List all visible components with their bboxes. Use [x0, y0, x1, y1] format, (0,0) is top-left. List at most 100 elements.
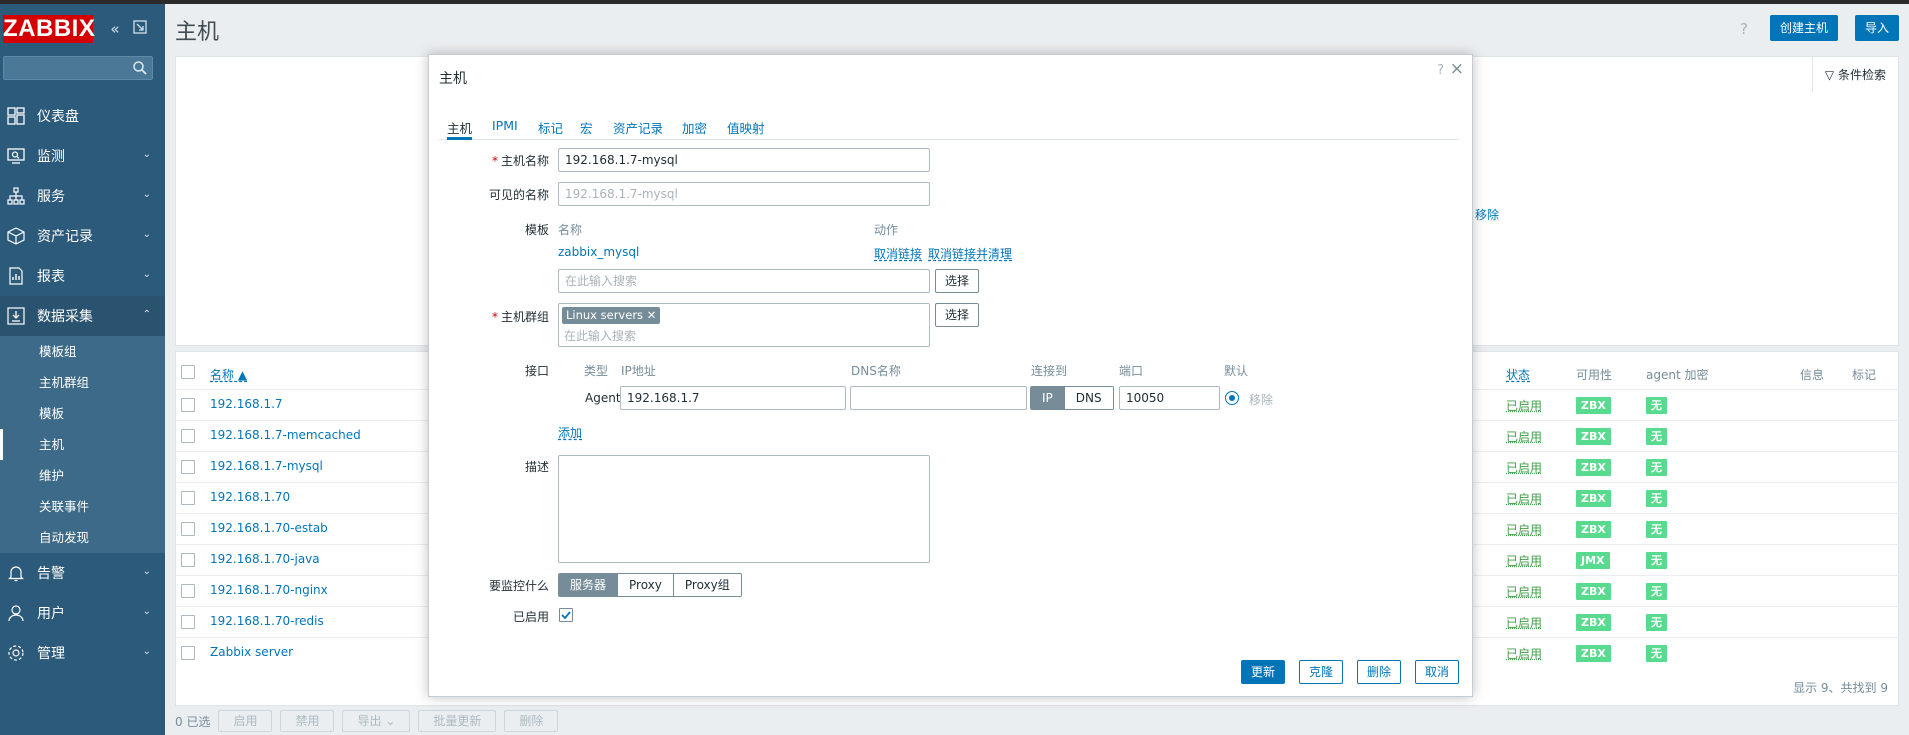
- nav-services[interactable]: 服务 ⌄: [0, 176, 165, 216]
- host-name-link[interactable]: 192.168.1.7-memcached: [210, 428, 361, 442]
- row-checkbox[interactable]: [181, 460, 195, 474]
- nav-administration[interactable]: 管理 ⌄: [0, 633, 165, 673]
- mass-update-button[interactable]: 批量更新: [418, 710, 497, 732]
- status-toggle[interactable]: 已启用: [1506, 490, 1542, 507]
- tab-value-mapping[interactable]: 值映射: [727, 118, 765, 137]
- data-collection-icon: [4, 304, 28, 328]
- tab-host[interactable]: 主机: [447, 118, 473, 140]
- import-button[interactable]: 导入: [1855, 15, 1900, 41]
- enabled-checkbox[interactable]: [559, 608, 573, 622]
- remove-interface-link[interactable]: 移除: [1249, 391, 1273, 408]
- close-icon[interactable]: ×: [1450, 59, 1464, 79]
- host-name-link[interactable]: 192.168.1.70-nginx: [210, 583, 328, 597]
- group-search-placeholder[interactable]: 在此输入搜索: [564, 327, 636, 344]
- host-name-link[interactable]: 192.168.1.7: [210, 397, 283, 411]
- tab-ipmi[interactable]: IPMI: [492, 118, 518, 133]
- enable-button[interactable]: 启用: [218, 710, 273, 732]
- tab-inventory[interactable]: 资产记录: [613, 118, 663, 137]
- nav-alerts[interactable]: 告警 ⌄: [0, 553, 165, 593]
- sub-item-correlation[interactable]: 关联事件: [0, 491, 165, 522]
- status-toggle[interactable]: 已启用: [1506, 521, 1542, 538]
- unlink-link[interactable]: 取消链接: [874, 245, 922, 262]
- interface-ip-input[interactable]: 192.168.1.7: [620, 386, 846, 410]
- row-checkbox[interactable]: [181, 398, 195, 412]
- select-templates-button[interactable]: 选择: [935, 269, 980, 293]
- update-button[interactable]: 更新: [1241, 660, 1286, 684]
- monitored-by-proxy-group-option[interactable]: Proxy组: [673, 574, 741, 596]
- host-name-link[interactable]: Zabbix server: [210, 645, 293, 659]
- status-toggle[interactable]: 已启用: [1506, 614, 1542, 631]
- row-checkbox[interactable]: [181, 584, 195, 598]
- nav-monitoring[interactable]: 监测 ⌄: [0, 136, 165, 176]
- nav-data-collection[interactable]: 数据采集 ⌃: [0, 296, 165, 336]
- host-name-link[interactable]: 192.168.1.7-mysql: [210, 459, 323, 473]
- help-icon[interactable]: ?: [1437, 63, 1444, 78]
- sub-item-maintenance[interactable]: 维护: [0, 460, 165, 491]
- column-header-name[interactable]: 名称 ▲: [210, 366, 247, 383]
- sub-item-discovery[interactable]: 自动发现: [0, 522, 165, 553]
- nav-reports[interactable]: 报表 ⌄: [0, 256, 165, 296]
- kiosk-mode-icon[interactable]: [131, 20, 149, 38]
- select-all-checkbox[interactable]: [181, 365, 195, 379]
- availability-badge: ZBX: [1576, 459, 1611, 476]
- search-icon[interactable]: [132, 60, 148, 76]
- add-interface-link[interactable]: 添加: [558, 424, 582, 441]
- sub-item-hosts[interactable]: 主机: [0, 429, 165, 460]
- host-name-link[interactable]: 192.168.1.70-redis: [210, 614, 324, 628]
- row-checkbox[interactable]: [181, 553, 195, 567]
- connect-dns-option[interactable]: DNS: [1064, 387, 1113, 409]
- interface-dns-input[interactable]: [850, 386, 1027, 410]
- collapse-sidebar-icon[interactable]: «: [106, 20, 124, 38]
- template-link[interactable]: zabbix_mysql: [558, 245, 639, 259]
- nav-dashboard[interactable]: 仪表盘: [0, 96, 165, 136]
- filter-remove-link[interactable]: 移除: [1475, 206, 1499, 223]
- remove-chip-icon[interactable]: ✕: [647, 308, 657, 322]
- host-name-link[interactable]: 192.168.1.70: [210, 490, 290, 504]
- create-host-button[interactable]: 创建主机: [1770, 15, 1839, 41]
- host-name-link[interactable]: 192.168.1.70-estab: [210, 521, 328, 535]
- tab-tags[interactable]: 标记: [538, 118, 563, 137]
- row-checkbox[interactable]: [181, 522, 195, 536]
- row-checkbox[interactable]: [181, 615, 195, 629]
- host-name-input[interactable]: 192.168.1.7-mysql: [558, 148, 930, 172]
- status-toggle[interactable]: 已启用: [1506, 552, 1542, 569]
- monitored-by-proxy-option[interactable]: Proxy: [618, 574, 674, 596]
- unlink-and-clear-link[interactable]: 取消链接并清理: [928, 245, 1012, 262]
- template-search-input[interactable]: 在此输入搜索: [558, 269, 930, 293]
- status-toggle[interactable]: 已启用: [1506, 459, 1542, 476]
- sidebar-search-input[interactable]: [3, 56, 153, 80]
- filter-tab[interactable]: ▽ 条件检索: [1811, 56, 1899, 92]
- tab-macros[interactable]: 宏: [580, 118, 593, 137]
- status-toggle[interactable]: 已启用: [1506, 428, 1542, 445]
- status-toggle[interactable]: 已启用: [1506, 583, 1542, 600]
- delete-selected-button[interactable]: 删除: [504, 710, 559, 732]
- status-toggle[interactable]: 已启用: [1506, 645, 1542, 662]
- select-groups-button[interactable]: 选择: [935, 303, 980, 327]
- sub-item-template-groups[interactable]: 模板组: [0, 336, 165, 367]
- sub-item-templates[interactable]: 模板: [0, 398, 165, 429]
- clone-button[interactable]: 克隆: [1299, 660, 1344, 684]
- host-name-link[interactable]: 192.168.1.70-java: [210, 552, 320, 566]
- visible-name-input[interactable]: 192.168.1.7-mysql: [558, 182, 930, 206]
- nav-users[interactable]: 用户 ⌄: [0, 593, 165, 633]
- disable-button[interactable]: 禁用: [280, 710, 335, 732]
- monitored-by-server-option[interactable]: 服务器: [559, 574, 619, 596]
- row-checkbox[interactable]: [181, 646, 195, 660]
- connect-ip-option[interactable]: IP: [1031, 387, 1065, 409]
- tab-encryption[interactable]: 加密: [682, 118, 707, 137]
- description-textarea[interactable]: [558, 455, 930, 563]
- help-icon[interactable]: ?: [1740, 20, 1748, 38]
- delete-button[interactable]: 删除: [1357, 660, 1402, 684]
- row-checkbox[interactable]: [181, 429, 195, 443]
- filter-icon: ▽: [1824, 68, 1835, 82]
- cancel-button[interactable]: 取消: [1415, 660, 1460, 684]
- nav-inventory[interactable]: 资产记录 ⌄: [0, 216, 165, 256]
- interface-port-input[interactable]: 10050: [1119, 386, 1220, 410]
- zabbix-logo[interactable]: ZABBIX: [3, 15, 95, 43]
- default-interface-radio[interactable]: [1225, 391, 1239, 405]
- sub-item-host-groups[interactable]: 主机群组: [0, 367, 165, 398]
- export-button[interactable]: 导出 ⌄: [342, 710, 411, 732]
- column-header-status[interactable]: 状态: [1506, 366, 1530, 383]
- status-toggle[interactable]: 已启用: [1506, 397, 1542, 414]
- row-checkbox[interactable]: [181, 491, 195, 505]
